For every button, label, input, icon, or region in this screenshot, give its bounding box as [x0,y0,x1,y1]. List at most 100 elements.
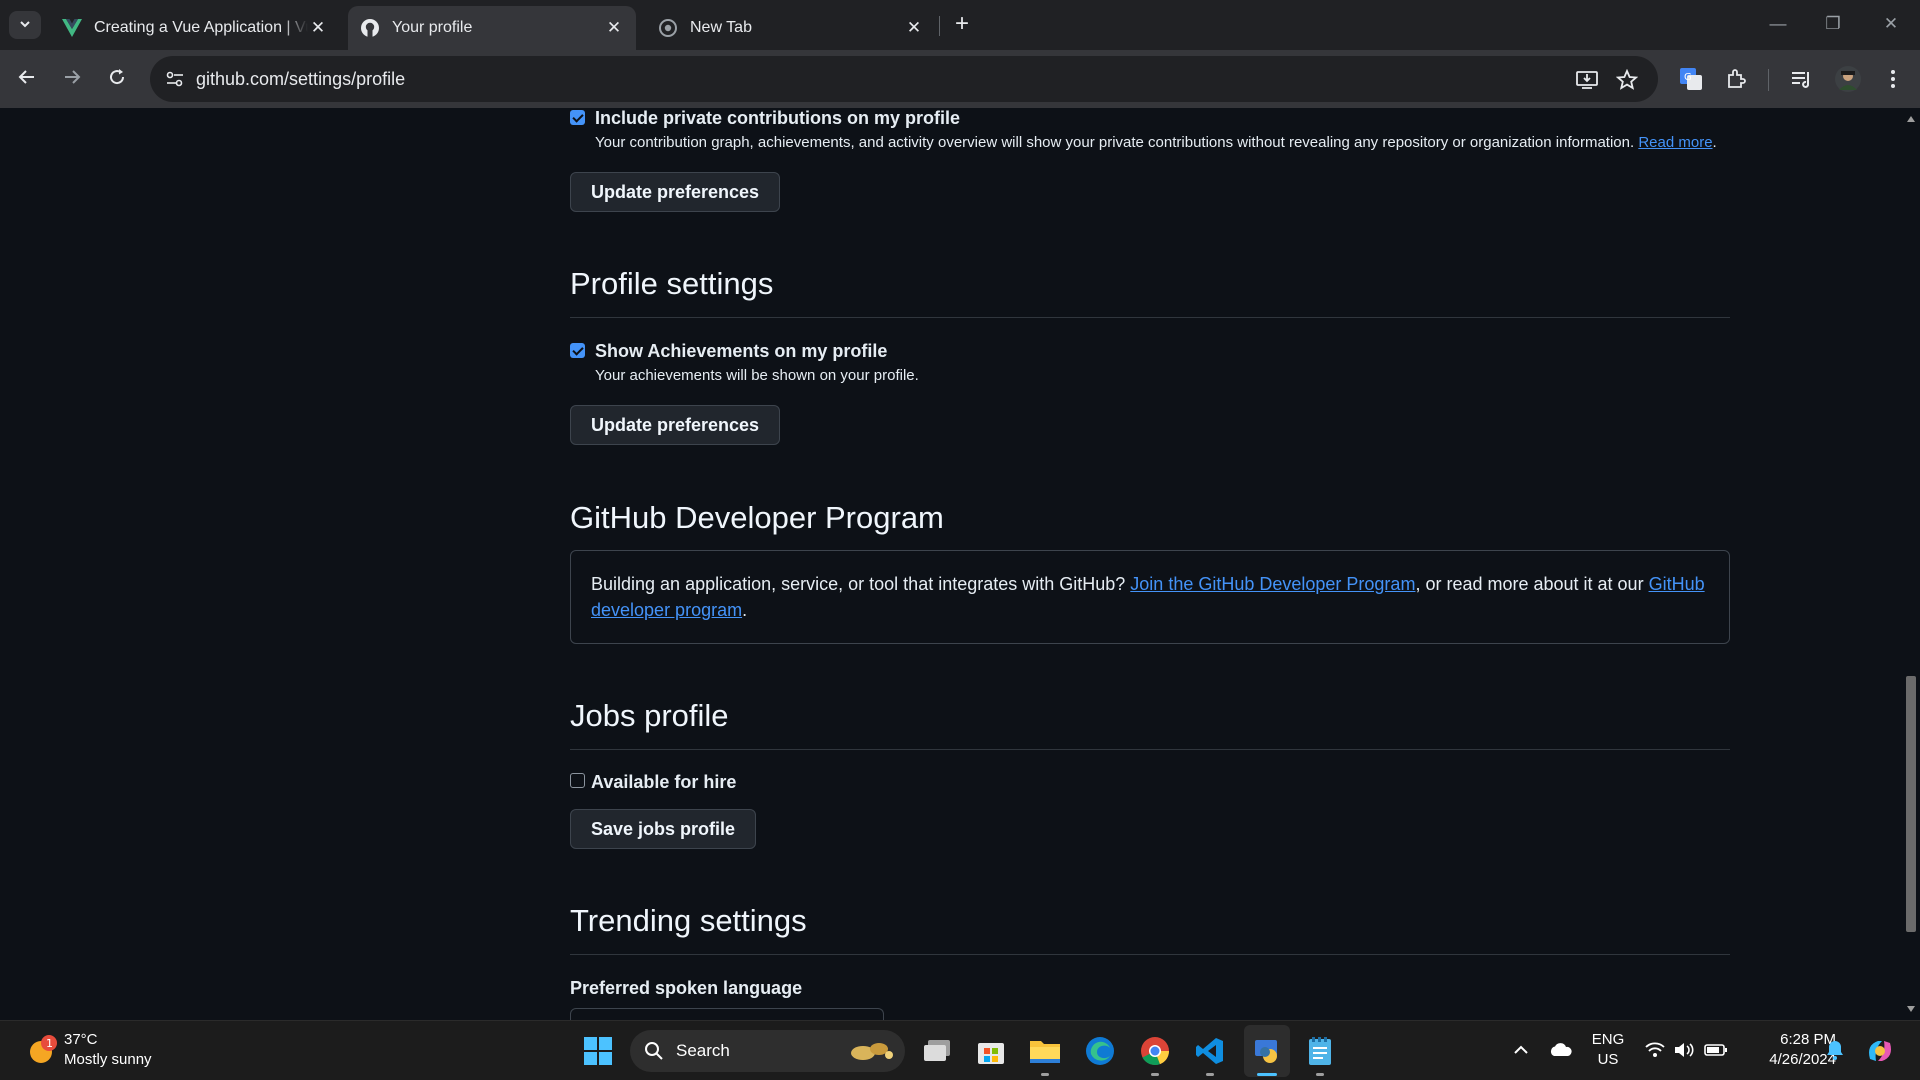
windows-start-icon[interactable] [581,1034,615,1068]
site-settings-icon[interactable] [160,64,190,94]
file-explorer-icon[interactable] [1027,1033,1063,1069]
show-achievements-checkbox[interactable] [570,343,585,358]
copilot-icon[interactable] [1862,1033,1898,1069]
address-bar[interactable]: github.com/settings/profile [150,56,1658,102]
show-achievements-note: Your achievements will be shown on your … [595,367,919,384]
extensions-puzzle-icon[interactable] [1721,64,1751,94]
toolbar-divider [1768,69,1769,91]
browser-toolbar: github.com/settings/profile G [0,50,1920,108]
tab-vue[interactable]: Creating a Vue Application | Vue ✕ [50,6,340,50]
wifi-icon[interactable] [1643,1039,1667,1061]
save-jobs-profile-button[interactable]: Save jobs profile [570,809,757,849]
dev-text: Building an application, service, or too… [591,574,1131,594]
preferred-language-label: Preferred spoken language [570,978,803,998]
forward-arrow-icon[interactable] [55,62,89,96]
google-translate-icon[interactable]: G [1676,64,1706,94]
close-icon[interactable]: ✕ [308,18,328,38]
chevron-down-icon [19,17,31,33]
show-achievements-label: Show Achievements on my profile [595,341,888,361]
vue-logo-icon [62,18,82,38]
weather-icon[interactable]: 1 [24,1033,60,1069]
private-contributions-note: Your contribution graph, achievements, a… [595,134,1717,151]
jobs-profile-heading: Jobs profile [570,698,729,733]
note-end: . [1712,134,1717,151]
read-more-link[interactable]: Read more [1638,134,1712,151]
minimize-icon[interactable]: — [1758,8,1798,40]
scroll-down-icon[interactable] [1907,1006,1915,1012]
divider [570,749,1730,750]
clock-time[interactable]: 6:28 PM [1740,1030,1836,1050]
running-indicator [1316,1073,1324,1076]
reload-icon[interactable] [100,62,134,96]
taskbar-search[interactable]: Search [630,1030,905,1072]
avatar[interactable] [1833,64,1863,94]
search-icon [644,1041,664,1061]
close-icon[interactable]: ✕ [604,18,624,38]
notification-bell-icon[interactable] [1824,1039,1846,1061]
page-viewport: Include private contributions on my prof… [0,108,1902,1020]
restore-icon[interactable]: ❐ [1813,8,1853,40]
battery-icon[interactable] [1703,1039,1729,1061]
clock-date[interactable]: 4/26/2024 [1740,1050,1836,1070]
taskbar: 1 37°C Mostly sunny Search ENG US 6:28 P… [0,1020,1920,1080]
new-tab-plus-icon[interactable]: + [948,11,976,39]
svg-text:G: G [1684,72,1692,83]
scrollbar[interactable] [1902,108,1920,1020]
volume-icon[interactable] [1672,1039,1696,1061]
tab-search-button[interactable] [9,11,41,39]
media-controls-icon[interactable] [1787,64,1817,94]
weather-temp: 37°C [64,1031,98,1048]
running-indicator [1206,1073,1214,1076]
active-indicator [1257,1073,1277,1076]
more-menu-icon[interactable] [1878,64,1908,94]
close-window-icon[interactable]: ✕ [1871,8,1911,40]
language-line1[interactable]: ENG [1590,1030,1626,1050]
weather-condition: Mostly sunny [64,1051,152,1068]
note-text: Your contribution graph, achievements, a… [595,134,1635,151]
tab-divider [939,16,940,36]
tab-new-tab[interactable]: New Tab ✕ [646,6,936,50]
chrome-icon[interactable] [1137,1033,1173,1069]
bookmark-star-icon[interactable] [1614,67,1640,93]
edge-icon[interactable] [1082,1033,1118,1069]
microsoft-store-icon[interactable] [973,1033,1009,1069]
tab-label: Your profile [392,19,473,36]
weather-badge: 1 [46,1037,53,1050]
dev-text: . [742,600,748,620]
developer-program-heading: GitHub Developer Program [570,500,944,535]
scroll-up-icon[interactable] [1907,116,1915,122]
tab-strip: Creating a Vue Application | Vue ✕ Your … [0,0,1920,50]
python-app-icon[interactable] [1244,1025,1290,1077]
dev-text: , or read more about it at our [1415,574,1649,594]
install-app-icon[interactable] [1574,67,1600,93]
chrome-logo-icon [658,18,678,38]
scroll-thumb[interactable] [1906,676,1916,932]
running-indicator [1151,1073,1159,1076]
github-logo-icon [360,18,380,38]
onedrive-cloud-icon[interactable] [1547,1039,1575,1061]
tab-your-profile[interactable]: Your profile ✕ [348,6,636,50]
notepad-icon[interactable] [1302,1033,1338,1069]
divider [570,954,1730,955]
join-developer-program-link[interactable]: Join the GitHub Developer Program [1130,574,1415,594]
screen: Creating a Vue Application | Vue ✕ Your … [0,0,1920,1080]
private-contributions-checkbox[interactable] [570,110,585,125]
update-preferences-button[interactable]: Update preferences [570,172,781,212]
developer-program-box: Building an application, service, or too… [570,550,1730,644]
language-line2[interactable]: US [1590,1050,1626,1070]
close-icon[interactable]: ✕ [904,18,924,38]
search-placeholder: Search [676,1041,730,1060]
tab-label: New Tab [690,19,752,36]
trending-settings-heading: Trending settings [570,903,807,938]
vscode-icon[interactable] [1192,1033,1228,1069]
tab-label: Creating a Vue Application | Vue [94,19,308,36]
back-arrow-icon[interactable] [10,62,44,96]
available-for-hire-checkbox[interactable] [570,773,585,788]
chevron-up-icon[interactable] [1510,1039,1532,1061]
search-highlight-icon [842,1036,898,1066]
running-indicator [1041,1073,1049,1076]
url-text: github.com/settings/profile [196,69,406,89]
update-preferences-button[interactable]: Update preferences [570,405,781,445]
task-view-icon[interactable] [919,1033,955,1069]
preferred-language-select[interactable] [570,1008,884,1020]
